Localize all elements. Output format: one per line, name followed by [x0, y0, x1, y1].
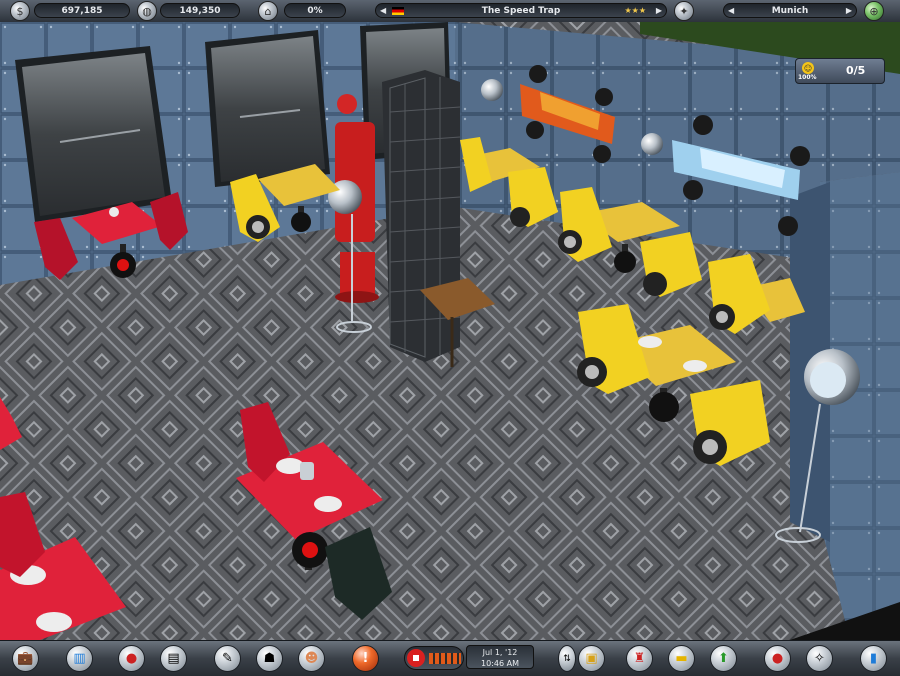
statistics-icon: ▥: [73, 651, 86, 666]
next-restaurant-icon[interactable]: ▶: [656, 6, 662, 15]
percent-display: 0%: [284, 3, 346, 18]
furniture-button[interactable]: ♜: [626, 645, 653, 672]
statistics-button[interactable]: ▥: [66, 645, 93, 672]
prev-city-icon[interactable]: ◀: [728, 6, 734, 15]
rating-icon[interactable]: ✦: [674, 1, 694, 21]
construction-icon: ▬: [675, 651, 688, 666]
sell-icon: ●: [771, 651, 784, 666]
alert-button[interactable]: !: [352, 645, 379, 672]
game-speed-control[interactable]: [404, 646, 464, 670]
restaurant-stars: ★★★: [624, 6, 646, 15]
recipe-book-icon: ▤: [167, 651, 180, 666]
smiley-icon: ☺: [802, 62, 814, 74]
city-name: Munich: [771, 5, 809, 16]
staff-icon: ☗: [263, 651, 276, 666]
guest-satisfaction-counter[interactable]: ☺ 100% 0/5: [795, 58, 885, 84]
sell-button[interactable]: ●: [764, 645, 791, 672]
build-box-button[interactable]: ▣: [578, 645, 605, 672]
game-time: 10:46 AM: [481, 659, 519, 668]
money-icon[interactable]: $: [10, 1, 30, 21]
lock-icon[interactable]: ⌂: [258, 1, 278, 21]
game-date: Jul 1, '12: [482, 648, 518, 657]
guests-button[interactable]: ☻: [298, 645, 325, 672]
rotate-camera-button[interactable]: ⇅: [558, 645, 576, 672]
briefcase-button[interactable]: 💼: [12, 645, 39, 672]
game-clock: Jul 1, '12 10:46 AM: [466, 645, 534, 669]
satisfaction-rating: 100%: [798, 74, 817, 81]
cleaning-button[interactable]: ✧: [806, 645, 833, 672]
guests-icon: ☻: [304, 651, 319, 666]
guests-globe-icon[interactable]: ◍: [137, 1, 157, 21]
food-button[interactable]: ●: [118, 645, 145, 672]
recipe-book-button[interactable]: ▤: [160, 645, 187, 672]
city-selector[interactable]: ◀ Munich ▶: [723, 3, 857, 18]
money-display: 697,185: [34, 3, 130, 18]
briefcase-icon: 💼: [17, 651, 34, 666]
restaurant-scene[interactable]: ☺ 100% 0/5: [0, 22, 900, 640]
options-button[interactable]: ▮: [860, 645, 887, 672]
bottom-toolbar: 💼 ▥ ● ▤ ✎ ☗ ☻ ! ⇅ ▣ ♜ ▬ ⬆ ● ✧ ▮: [0, 640, 900, 676]
alert-icon: !: [362, 651, 369, 666]
move-object-icon: ⬆: [718, 651, 729, 666]
move-object-button[interactable]: ⬆: [710, 645, 737, 672]
staff-button[interactable]: ☗: [256, 645, 283, 672]
satisfaction-value: 0/5: [846, 64, 866, 77]
top-status-bar: $ 697,185 ◍ 149,350 ⌂ 0% The Speed Trap …: [0, 0, 900, 23]
cleaning-icon: ✧: [814, 651, 825, 666]
rotate-camera-icon: ⇅: [563, 653, 571, 664]
prev-restaurant-icon[interactable]: ◀: [380, 6, 386, 15]
options-icon: ▮: [869, 651, 878, 666]
furniture-icon: ♜: [633, 651, 646, 666]
scene-render: [0, 22, 900, 640]
construction-button[interactable]: ▬: [668, 645, 695, 672]
guests-display: 149,350: [160, 3, 240, 18]
next-city-icon[interactable]: ▶: [846, 6, 852, 15]
food-icon: ●: [125, 651, 138, 666]
build-box-icon: ▣: [585, 651, 598, 666]
speed-bars[interactable]: [429, 653, 461, 664]
restaurant-name: The Speed Trap: [481, 5, 561, 16]
world-map-icon[interactable]: ⊕: [864, 1, 884, 21]
notepad-button[interactable]: ✎: [214, 645, 241, 672]
restaurant-selector[interactable]: The Speed Trap ★★★ ◀ ▶: [375, 3, 667, 18]
notepad-icon: ✎: [222, 651, 233, 666]
pause-icon[interactable]: [407, 649, 425, 667]
